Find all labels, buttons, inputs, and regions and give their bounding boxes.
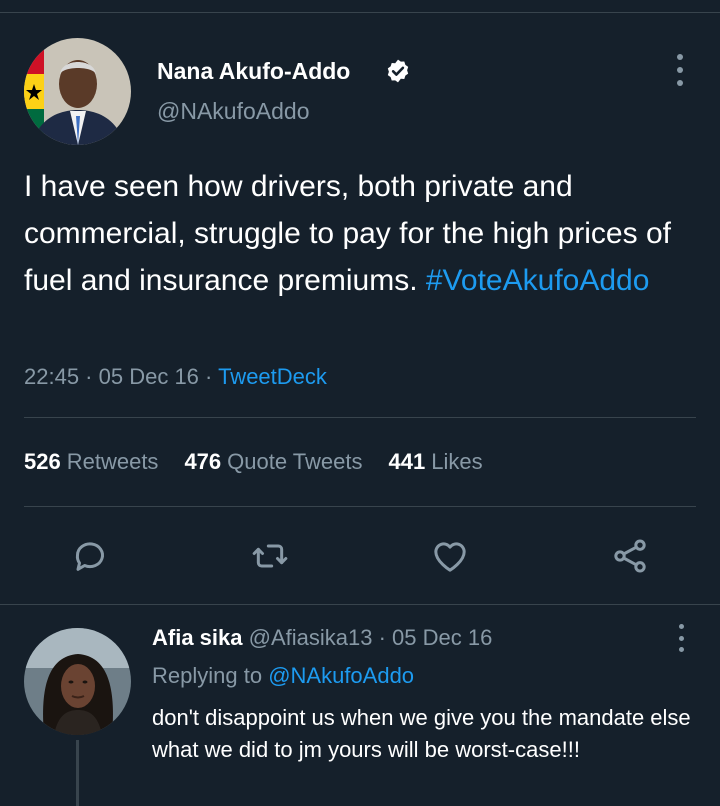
retweet-icon[interactable] bbox=[250, 536, 290, 576]
tweet-time[interactable]: 22:45 bbox=[24, 364, 79, 389]
quotes-count: 476 bbox=[184, 449, 222, 474]
tweet-source[interactable]: TweetDeck bbox=[218, 364, 327, 389]
reply-text: don't disappoint us when we give you the… bbox=[152, 705, 691, 762]
section-divider bbox=[0, 604, 720, 605]
like-icon[interactable] bbox=[430, 536, 470, 576]
divider bbox=[24, 417, 696, 418]
divider bbox=[24, 506, 696, 507]
tweet-text: I have seen how drivers, both private an… bbox=[24, 163, 704, 304]
retweets-count: 526 bbox=[24, 449, 61, 474]
hashtag-link[interactable]: #VoteAkufoAddo bbox=[426, 264, 650, 297]
replying-to: Replying to @NAkufoAddo bbox=[152, 663, 414, 689]
reply-avatar[interactable] bbox=[24, 628, 131, 735]
replying-mention-link[interactable]: @NAkufoAddo bbox=[268, 663, 414, 688]
thread-line bbox=[76, 740, 79, 806]
reply-header: Afia sika @Afiasika13 · 05 Dec 16 bbox=[152, 625, 492, 651]
tweet-stats: 526 Retweets 476 Quote Tweets 441 Likes bbox=[24, 449, 483, 475]
tweet-meta: 22:45 · 05 Dec 16 · TweetDeck bbox=[24, 364, 327, 390]
reply-icon[interactable] bbox=[70, 536, 110, 576]
replying-prefix: Replying to bbox=[152, 663, 269, 688]
meta-separator: · bbox=[372, 625, 393, 650]
author-handle[interactable]: @NAkufoAddo bbox=[157, 98, 310, 125]
quotes-label: Quote Tweets bbox=[227, 449, 363, 474]
reply-date[interactable]: 05 Dec 16 bbox=[392, 625, 492, 650]
verified-badge-icon bbox=[385, 58, 411, 84]
share-icon[interactable] bbox=[610, 536, 650, 576]
meta-separator: · bbox=[79, 364, 99, 389]
likes-stat[interactable]: 441 Likes bbox=[389, 449, 483, 475]
more-options-icon[interactable] bbox=[668, 54, 692, 86]
author-name[interactable]: Nana Akufo-Addo bbox=[157, 58, 350, 85]
reply-more-options-icon[interactable] bbox=[672, 624, 690, 652]
author-avatar[interactable] bbox=[24, 38, 131, 145]
reply-author-name[interactable]: Afia sika bbox=[152, 625, 243, 650]
retweets-label: Retweets bbox=[66, 449, 159, 474]
reply-author-handle[interactable]: @Afiasika13 bbox=[249, 625, 373, 650]
retweets-stat[interactable]: 526 Retweets bbox=[24, 449, 158, 475]
likes-count: 441 bbox=[388, 449, 426, 474]
tweet-date[interactable]: 05 Dec 16 bbox=[99, 364, 199, 389]
top-divider bbox=[0, 12, 720, 13]
quotes-stat[interactable]: 476 Quote Tweets bbox=[184, 449, 362, 475]
likes-label: Likes bbox=[431, 449, 483, 474]
meta-separator: · bbox=[198, 364, 219, 389]
